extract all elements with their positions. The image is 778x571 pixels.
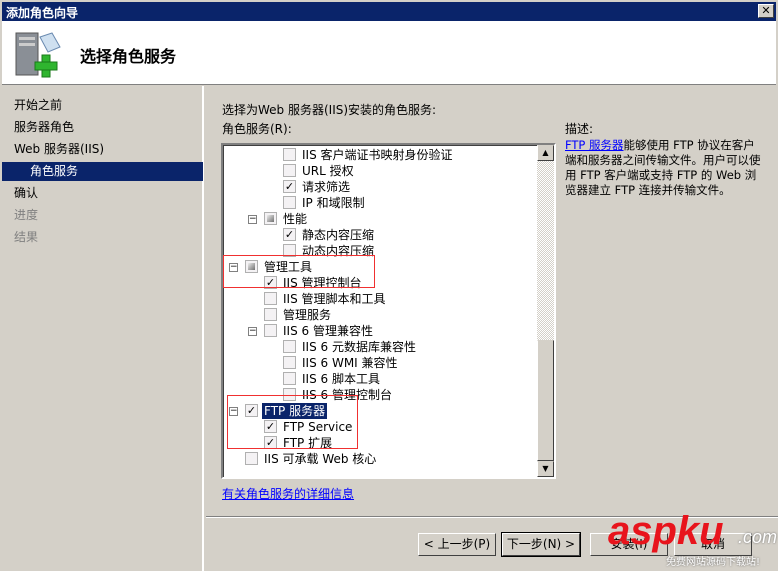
tree-item[interactable]: − 性能 [223, 211, 539, 227]
tree-item-label: 请求筛选 [302, 180, 351, 194]
sidebar-item[interactable]: Web 服务器(IIS) [14, 140, 204, 159]
tree-item-label: IIS 客户端证书映射身份验证 [302, 148, 453, 162]
tree-item[interactable]: IP 和域限制 [223, 195, 539, 211]
checkbox[interactable] [264, 212, 277, 225]
collapse-toggle[interactable]: − [248, 215, 257, 224]
checkbox[interactable] [264, 292, 277, 305]
checkbox[interactable]: ✓ [283, 180, 296, 193]
tree-item-label: 静态内容压缩 [302, 228, 375, 242]
tree-item-label: 管理服务 [283, 308, 332, 322]
sidebar-item[interactable]: 服务器角色 [14, 118, 204, 137]
previous-button[interactable]: < 上一步(P) [418, 533, 496, 556]
title-bar: 添加角色向导 ✕ [0, 0, 778, 21]
checkbox[interactable] [283, 372, 296, 385]
sidebar-item: 进度 [14, 208, 39, 222]
next-button[interactable]: 下一步(N) > [501, 532, 581, 557]
watermark-brand: aspku [608, 509, 724, 553]
watermark: aspku .com 免费网站源码下载站! [606, 509, 778, 571]
checkbox[interactable] [245, 452, 258, 465]
tree-item-label: IIS 6 WMI 兼容性 [302, 356, 398, 370]
sidebar-item[interactable]: 角色服务 [2, 162, 203, 181]
role-services-label: 角色服务(R): [222, 122, 292, 136]
intro-text: 选择为Web 服务器(IIS)安装的角色服务: [222, 103, 437, 117]
checkbox[interactable] [283, 196, 296, 209]
window-title: 添加角色向导 [6, 6, 79, 20]
scroll-up-button[interactable]: ▲ [537, 145, 554, 161]
tree-item-label: IIS 可承载 Web 核心 [264, 452, 377, 466]
description-text: FTP 服务器能够使用 FTP 协议在客户端和服务器之间传输文件。用户可以使用 … [565, 138, 765, 198]
tree-item[interactable]: IIS 6 元数据库兼容性 [223, 339, 539, 355]
tree-item[interactable]: IIS 客户端证书映射身份验证 [223, 147, 539, 163]
wizard-steps: 开始之前服务器角色 Web 服务器(IIS) 角色服务确认进度结果 [2, 86, 204, 571]
checkbox[interactable] [264, 324, 277, 337]
checkbox[interactable] [283, 340, 296, 353]
tree-item-label: IIS 6 元数据库兼容性 [302, 340, 416, 354]
checkbox[interactable] [283, 164, 296, 177]
tree-item[interactable]: URL 授权 [223, 163, 539, 179]
tree-item-label: IIS 6 脚本工具 [302, 372, 380, 386]
tree-item[interactable]: IIS 可承载 Web 核心 [223, 451, 539, 467]
checkbox[interactable] [264, 308, 277, 321]
checkbox[interactable]: ✓ [283, 228, 296, 241]
close-button[interactable]: ✕ [758, 4, 774, 18]
tree-item-label: 性能 [283, 212, 308, 226]
server-add-icon [15, 32, 61, 78]
scroll-down-button[interactable]: ▼ [537, 461, 554, 477]
description-label: 描述: [565, 122, 594, 136]
tree-item-label: IIS 管理脚本和工具 [283, 292, 386, 306]
checkbox[interactable] [283, 148, 296, 161]
watermark-tagline: 免费网站源码下载站! [666, 557, 761, 568]
tree-item[interactable]: 管理服务 [223, 307, 539, 323]
tree-item[interactable]: ✓ 静态内容压缩 [223, 227, 539, 243]
collapse-toggle[interactable]: − [248, 327, 257, 336]
ftp-server-link[interactable]: FTP 服务器 [565, 138, 624, 152]
scroll-thumb[interactable] [537, 340, 554, 461]
tree-item[interactable]: − IIS 6 管理兼容性 [223, 323, 539, 339]
vertical-scrollbar[interactable]: ▲ ▼ [537, 145, 554, 477]
sidebar-item[interactable]: 确认 [14, 184, 204, 203]
highlight-box [223, 255, 375, 288]
tree-item-label: IP 和域限制 [302, 196, 365, 210]
more-info-link[interactable]: 有关角色服务的详细信息 [222, 485, 354, 502]
tree-item[interactable]: IIS 6 WMI 兼容性 [223, 355, 539, 371]
sidebar-item: 结果 [14, 230, 39, 244]
highlight-box [227, 395, 358, 449]
tree-item[interactable]: IIS 管理脚本和工具 [223, 291, 539, 307]
watermark-suffix: .com [738, 527, 778, 547]
wizard-header: 选择角色服务 [2, 21, 776, 85]
tree-item[interactable]: IIS 6 脚本工具 [223, 371, 539, 387]
sidebar-item[interactable]: 开始之前 [14, 96, 204, 115]
page-title: 选择角色服务 [80, 47, 177, 66]
tree-item-label: IIS 6 管理兼容性 [283, 324, 373, 338]
tree-item[interactable]: ✓ 请求筛选 [223, 179, 539, 195]
checkbox[interactable] [283, 356, 296, 369]
tree-item-label: URL 授权 [302, 164, 354, 178]
